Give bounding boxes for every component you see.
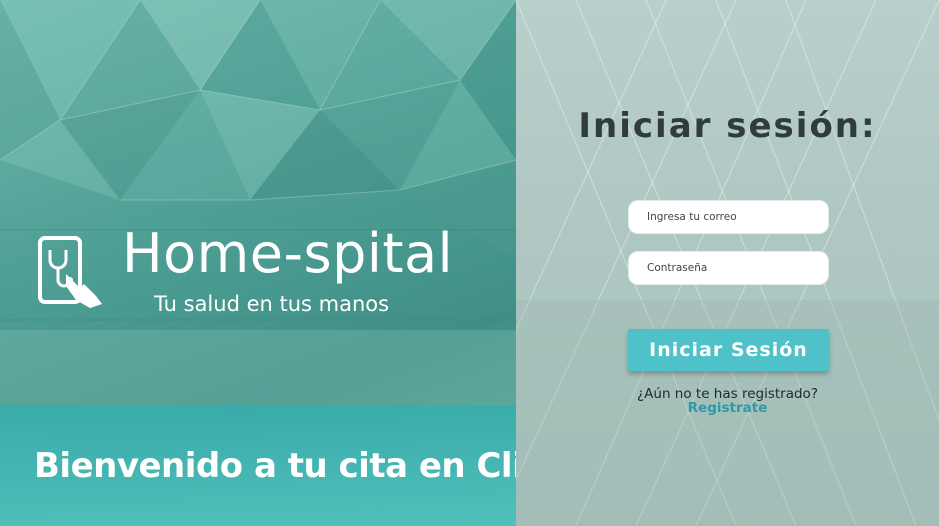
brand-panel: Home-spital Tu salud en tus manos Bienve… <box>0 0 516 526</box>
login-button[interactable]: Iniciar Sesión <box>628 329 829 371</box>
brand-tagline: Tu salud en tus manos <box>154 292 390 316</box>
email-field[interactable] <box>628 200 829 234</box>
login-panel: Iniciar sesión: Iniciar Sesión ¿Aún no t… <box>516 0 939 526</box>
welcome-heading: Bienvenido a tu cita en Clivi <box>34 446 516 486</box>
password-input[interactable] <box>629 252 828 284</box>
hand-tablet-stethoscope-icon <box>38 236 102 308</box>
brand-name: Home-spital <box>122 222 454 285</box>
email-input[interactable] <box>629 201 828 233</box>
password-field[interactable] <box>628 251 829 285</box>
register-link[interactable]: Registrate <box>516 400 939 416</box>
login-title: Iniciar sesión: <box>578 106 877 146</box>
